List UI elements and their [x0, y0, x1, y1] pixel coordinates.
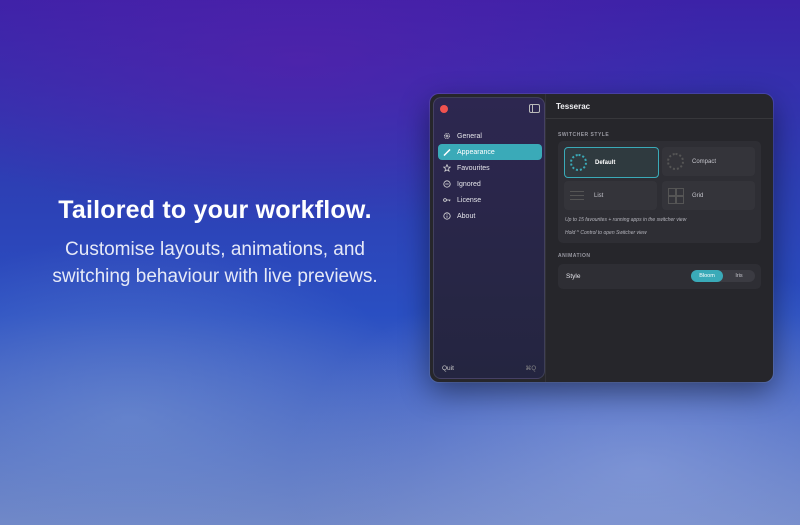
- main-panel: Tesserac SWITCHER STYLE Default Compact …: [545, 94, 773, 382]
- style-option-label: List: [594, 192, 604, 199]
- grid-icon: [667, 187, 684, 204]
- switcher-style-label: SWITCHER STYLE: [558, 132, 610, 138]
- sidebar-toggle-icon[interactable]: [529, 104, 540, 113]
- style-label: Style: [566, 273, 581, 280]
- star-icon: [443, 164, 451, 172]
- ring-icon: [570, 154, 587, 171]
- page-title: Tesserac: [546, 94, 773, 119]
- style-option-grid[interactable]: Grid: [662, 181, 755, 210]
- paintbrush-icon: [443, 148, 451, 156]
- sidebar-item-ignored[interactable]: Ignored: [438, 176, 542, 192]
- switcher-style-card: Default Compact List Grid Up to 15 favou…: [558, 141, 761, 243]
- sidebar-item-label: General: [457, 132, 482, 140]
- style-option-label: Default: [595, 159, 616, 166]
- settings-window: General Appearance Favourites Ignored Li…: [430, 94, 773, 382]
- hero-subtitle-line2: switching behaviour with live previews.: [52, 266, 378, 287]
- minus-circle-icon: [443, 180, 451, 188]
- sidebar-item-label: About: [457, 212, 476, 220]
- style-option-label: Grid: [692, 192, 704, 199]
- gear-icon: [443, 132, 451, 140]
- sidebar-item-general[interactable]: General: [438, 128, 542, 144]
- hero-subtitle-line1: Customise layouts, animations, and: [65, 239, 365, 260]
- switcher-hint-favourites: Up to 15 favourites + running apps in th…: [565, 217, 687, 223]
- list-icon: [569, 187, 586, 204]
- style-option-list[interactable]: List: [564, 181, 657, 210]
- style-option-label: Compact: [692, 158, 717, 165]
- sidebar-item-label: Appearance: [457, 148, 495, 156]
- style-option-default[interactable]: Default: [564, 147, 659, 178]
- key-icon: [443, 196, 451, 204]
- sidebar-item-favourites[interactable]: Favourites: [438, 160, 542, 176]
- animation-style-segmented-control: Bloom Iris: [691, 270, 755, 282]
- sidebar-item-label: License: [457, 196, 482, 204]
- sidebar: General Appearance Favourites Ignored Li…: [433, 97, 545, 379]
- sidebar-nav: General Appearance Favourites Ignored Li…: [438, 128, 542, 224]
- animation-option-iris[interactable]: Iris: [723, 270, 755, 282]
- hero-title: Tailored to your workflow.: [58, 196, 372, 224]
- style-option-compact[interactable]: Compact: [662, 147, 755, 176]
- close-window-button[interactable]: [440, 105, 448, 113]
- animation-style-row: Style Bloom Iris: [558, 264, 761, 289]
- hero-subtitle: Customise layouts, animations, and switc…: [0, 236, 430, 290]
- sidebar-item-label: Ignored: [457, 180, 481, 188]
- sidebar-item-label: Favourites: [457, 164, 490, 172]
- animation-label: ANIMATION: [558, 253, 591, 259]
- sidebar-item-license[interactable]: License: [438, 192, 542, 208]
- quit-button[interactable]: Quit: [442, 365, 454, 372]
- ring-icon: [667, 153, 684, 170]
- animation-option-bloom[interactable]: Bloom: [691, 270, 723, 282]
- sidebar-item-appearance[interactable]: Appearance: [438, 144, 542, 160]
- info-icon: [443, 212, 451, 220]
- quit-shortcut: ⌘Q: [525, 366, 536, 372]
- switcher-hint-control: Hold ^ Control to open Switcher view: [565, 230, 647, 236]
- sidebar-item-about[interactable]: About: [438, 208, 542, 224]
